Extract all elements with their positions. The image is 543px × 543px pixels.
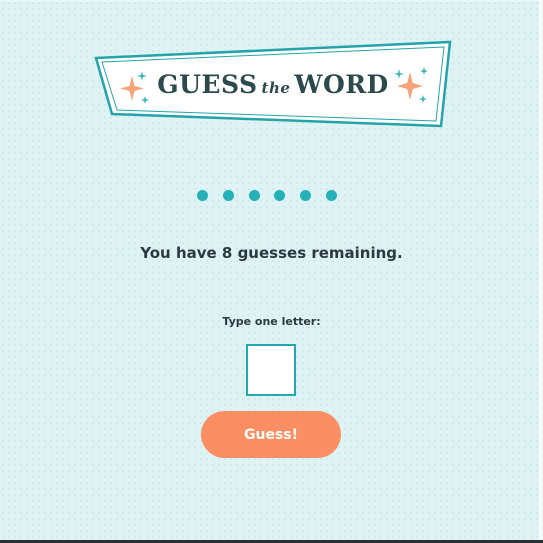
letter-slot xyxy=(325,190,337,201)
top-border xyxy=(0,0,543,2)
word-slots xyxy=(197,190,337,202)
letter-slot xyxy=(222,190,234,201)
letter-prompt-label: Type one letter: xyxy=(222,315,321,328)
game-logo: GUESS the WORD xyxy=(92,40,454,130)
guess-button[interactable]: Guess! xyxy=(201,411,341,458)
letter-slot xyxy=(248,190,260,201)
guesses-remaining-text: You have 8 guesses remaining. xyxy=(140,244,403,262)
letter-slot xyxy=(197,190,208,201)
logo-word-guess: GUESS xyxy=(157,70,258,99)
logo-word-word: WORD xyxy=(294,70,389,99)
logo-title: GUESS the WORD xyxy=(92,70,454,99)
letter-slot xyxy=(300,190,312,201)
letter-input[interactable] xyxy=(246,344,296,396)
right-border xyxy=(539,0,543,543)
letter-slot xyxy=(274,190,286,201)
logo-word-the: the xyxy=(261,79,291,97)
